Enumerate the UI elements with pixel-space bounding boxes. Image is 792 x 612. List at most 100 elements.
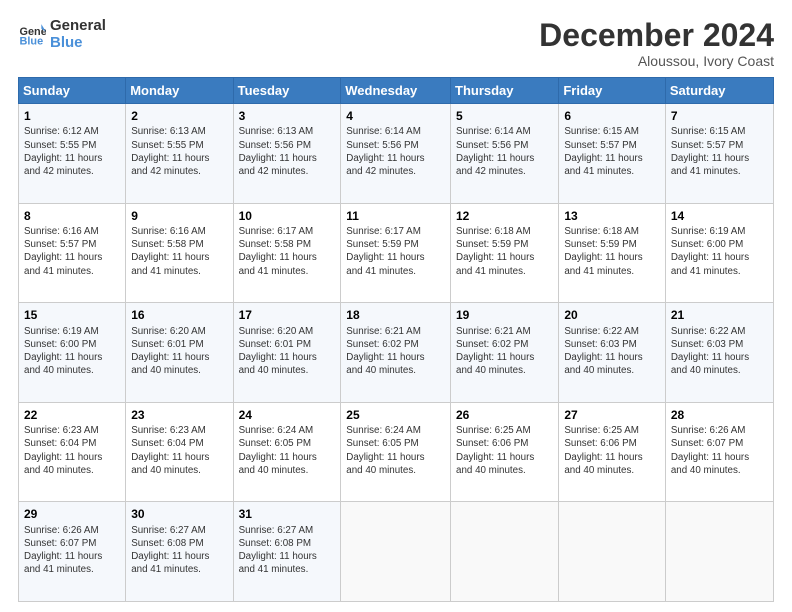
day-number: 24 [239, 407, 336, 423]
calendar-cell: 1Sunrise: 6:12 AM Sunset: 5:55 PM Daylig… [19, 104, 126, 204]
calendar-cell: 10Sunrise: 6:17 AM Sunset: 5:58 PM Dayli… [233, 203, 341, 303]
day-info: Sunrise: 6:14 AM Sunset: 5:56 PM Dayligh… [346, 125, 445, 178]
calendar-cell: 30 Sunrise: 6:27 AM Sunset: 6:08 PM Dayli… [126, 502, 233, 602]
day-number: 19 [456, 307, 553, 323]
calendar-cell: 5Sunrise: 6:14 AM Sunset: 5:56 PM Daylig… [451, 104, 559, 204]
calendar-cell: 23Sunrise: 6:23 AM Sunset: 6:04 PM Dayli… [126, 402, 233, 502]
day-number: 28 [671, 407, 768, 423]
day-info: Sunrise: 6:26 AM Sunset: 6:07 PM Dayligh… [24, 524, 120, 577]
day-number: 9 [131, 208, 227, 224]
title-block: December 2024 Aloussou, Ivory Coast [539, 18, 774, 69]
day-info: Sunrise: 6:21 AM Sunset: 6:02 PM Dayligh… [456, 325, 553, 378]
day-number: 22 [24, 407, 120, 423]
day-number: 10 [239, 208, 336, 224]
calendar-header-tuesday: Tuesday [233, 78, 341, 104]
calendar-header-sunday: Sunday [19, 78, 126, 104]
calendar-cell: 29 Sunrise: 6:26 AM Sunset: 6:07 PM Dayli… [19, 502, 126, 602]
calendar-cell: 6Sunrise: 6:15 AM Sunset: 5:57 PM Daylig… [559, 104, 666, 204]
day-info: Sunrise: 6:17 AM Sunset: 5:58 PM Dayligh… [239, 225, 336, 278]
header: General Blue General Blue December 2024 … [18, 18, 774, 69]
calendar-header-monday: Monday [126, 78, 233, 104]
day-number: 25 [346, 407, 445, 423]
day-number: 13 [564, 208, 660, 224]
day-info: Sunrise: 6:27 AM Sunset: 6:08 PM Dayligh… [131, 524, 227, 577]
calendar-header-thursday: Thursday [451, 78, 559, 104]
logo-general: General [50, 18, 106, 35]
calendar-cell: 4Sunrise: 6:14 AM Sunset: 5:56 PM Daylig… [341, 104, 451, 204]
calendar-header-row: SundayMondayTuesdayWednesdayThursdayFrid… [19, 78, 774, 104]
calendar-cell: 12Sunrise: 6:18 AM Sunset: 5:59 PM Dayli… [451, 203, 559, 303]
day-info: Sunrise: 6:18 AM Sunset: 5:59 PM Dayligh… [564, 225, 660, 278]
day-info: Sunrise: 6:23 AM Sunset: 6:04 PM Dayligh… [24, 424, 120, 477]
calendar-cell: 2Sunrise: 6:13 AM Sunset: 5:55 PM Daylig… [126, 104, 233, 204]
day-number: 5 [456, 108, 553, 124]
day-number: 4 [346, 108, 445, 124]
calendar-week-row: 1Sunrise: 6:12 AM Sunset: 5:55 PM Daylig… [19, 104, 774, 204]
calendar-week-row: 22Sunrise: 6:23 AM Sunset: 6:04 PM Dayli… [19, 402, 774, 502]
day-number: 11 [346, 208, 445, 224]
day-info: Sunrise: 6:15 AM Sunset: 5:57 PM Dayligh… [564, 125, 660, 178]
day-number: 27 [564, 407, 660, 423]
general-blue-icon: General Blue [18, 21, 46, 49]
calendar-cell: 25Sunrise: 6:24 AM Sunset: 6:05 PM Dayli… [341, 402, 451, 502]
calendar-cell: 21Sunrise: 6:22 AM Sunset: 6:03 PM Dayli… [665, 303, 773, 403]
day-info: Sunrise: 6:16 AM Sunset: 5:57 PM Dayligh… [24, 225, 120, 278]
day-info: Sunrise: 6:18 AM Sunset: 5:59 PM Dayligh… [456, 225, 553, 278]
calendar-cell: 31 Sunrise: 6:27 AM Sunset: 6:08 PM Dayli… [233, 502, 341, 602]
calendar-header-friday: Friday [559, 78, 666, 104]
calendar-header-saturday: Saturday [665, 78, 773, 104]
calendar-cell [665, 502, 773, 602]
day-number: 20 [564, 307, 660, 323]
day-number: 17 [239, 307, 336, 323]
calendar-cell: 14Sunrise: 6:19 AM Sunset: 6:00 PM Dayli… [665, 203, 773, 303]
day-number: 7 [671, 108, 768, 124]
calendar-cell: 9Sunrise: 6:16 AM Sunset: 5:58 PM Daylig… [126, 203, 233, 303]
calendar-cell: 7Sunrise: 6:15 AM Sunset: 5:57 PM Daylig… [665, 104, 773, 204]
calendar-cell: 28Sunrise: 6:26 AM Sunset: 6:07 PM Dayli… [665, 402, 773, 502]
day-info: Sunrise: 6:23 AM Sunset: 6:04 PM Dayligh… [131, 424, 227, 477]
calendar-cell: 18Sunrise: 6:21 AM Sunset: 6:02 PM Dayli… [341, 303, 451, 403]
calendar-table: SundayMondayTuesdayWednesdayThursdayFrid… [18, 77, 774, 602]
day-info: Sunrise: 6:25 AM Sunset: 6:06 PM Dayligh… [456, 424, 553, 477]
day-info: Sunrise: 6:21 AM Sunset: 6:02 PM Dayligh… [346, 325, 445, 378]
day-number: 21 [671, 307, 768, 323]
day-info: Sunrise: 6:16 AM Sunset: 5:58 PM Dayligh… [131, 225, 227, 278]
day-number: 29 [24, 506, 120, 522]
day-number: 26 [456, 407, 553, 423]
calendar-cell: 19 Sunrise: 6:21 AM Sunset: 6:02 PM Dayli… [451, 303, 559, 403]
day-info: Sunrise: 6:22 AM Sunset: 6:03 PM Dayligh… [564, 325, 660, 378]
day-info: Sunrise: 6:12 AM Sunset: 5:55 PM Dayligh… [24, 125, 120, 178]
day-info: Sunrise: 6:27 AM Sunset: 6:08 PM Dayligh… [239, 524, 336, 577]
day-info: Sunrise: 6:13 AM Sunset: 5:56 PM Dayligh… [239, 125, 336, 178]
calendar-week-row: 15Sunrise: 6:19 AM Sunset: 6:00 PM Dayli… [19, 303, 774, 403]
calendar-cell: 8Sunrise: 6:16 AM Sunset: 5:57 PM Daylig… [19, 203, 126, 303]
calendar-cell: 3Sunrise: 6:13 AM Sunset: 5:56 PM Daylig… [233, 104, 341, 204]
calendar-cell [559, 502, 666, 602]
day-number: 23 [131, 407, 227, 423]
calendar-cell: 26Sunrise: 6:25 AM Sunset: 6:06 PM Dayli… [451, 402, 559, 502]
calendar-week-row: 8Sunrise: 6:16 AM Sunset: 5:57 PM Daylig… [19, 203, 774, 303]
day-number: 2 [131, 108, 227, 124]
calendar-week-row: 29 Sunrise: 6:26 AM Sunset: 6:07 PM Dayli… [19, 502, 774, 602]
day-info: Sunrise: 6:20 AM Sunset: 6:01 PM Dayligh… [239, 325, 336, 378]
day-number: 16 [131, 307, 227, 323]
day-number: 1 [24, 108, 120, 124]
day-info: Sunrise: 6:26 AM Sunset: 6:07 PM Dayligh… [671, 424, 768, 477]
day-number: 30 [131, 506, 227, 522]
day-info: Sunrise: 6:24 AM Sunset: 6:05 PM Dayligh… [346, 424, 445, 477]
location: Aloussou, Ivory Coast [539, 53, 774, 69]
day-number: 12 [456, 208, 553, 224]
day-info: Sunrise: 6:13 AM Sunset: 5:55 PM Dayligh… [131, 125, 227, 178]
svg-text:Blue: Blue [20, 35, 44, 47]
day-number: 31 [239, 506, 336, 522]
page: General Blue General Blue December 2024 … [0, 0, 792, 612]
day-info: Sunrise: 6:14 AM Sunset: 5:56 PM Dayligh… [456, 125, 553, 178]
calendar-cell: 15Sunrise: 6:19 AM Sunset: 6:00 PM Dayli… [19, 303, 126, 403]
calendar-cell: 27Sunrise: 6:25 AM Sunset: 6:06 PM Dayli… [559, 402, 666, 502]
day-info: Sunrise: 6:15 AM Sunset: 5:57 PM Dayligh… [671, 125, 768, 178]
day-number: 3 [239, 108, 336, 124]
day-number: 6 [564, 108, 660, 124]
calendar-cell [451, 502, 559, 602]
calendar-cell [341, 502, 451, 602]
calendar-cell: 16Sunrise: 6:20 AM Sunset: 6:01 PM Dayli… [126, 303, 233, 403]
